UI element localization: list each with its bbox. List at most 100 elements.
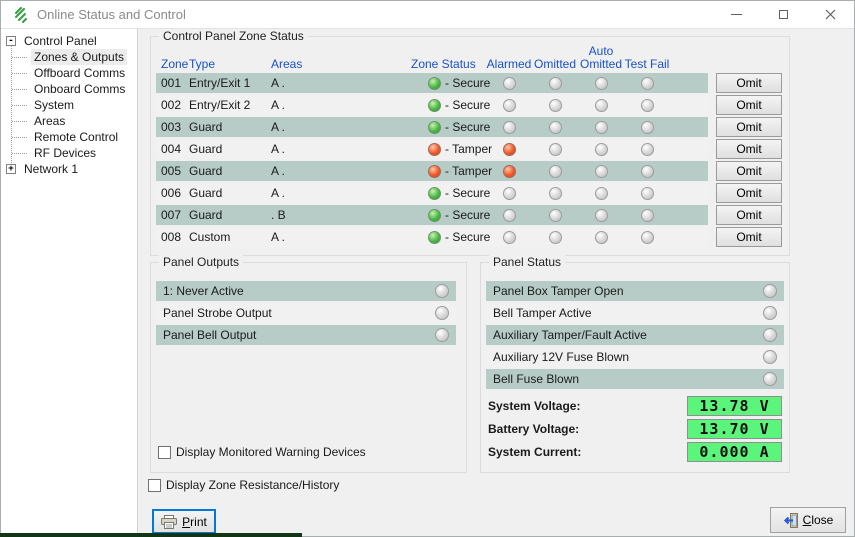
panel-status-group: Panel Status Panel Box Tamper Open Bell … [480,262,790,473]
zone-areas: A . [271,142,411,156]
test-fail-led [641,77,654,90]
zone-status-cell: - Secure [411,186,486,200]
zone-number: 006 [161,186,189,200]
zone-number: 005 [161,164,189,178]
omit-button-zone-008[interactable]: Omit [716,227,782,247]
zone-areas: A . [271,186,411,200]
status-led [763,306,777,320]
zone-type: Guard [189,120,271,134]
test-fail-led [641,143,654,156]
tree-item-label: System [31,97,77,113]
print-label: Print [182,515,207,529]
output-led [435,306,449,320]
tree-item-remote-control[interactable]: Remote Control [1,129,137,145]
output-led [435,328,449,342]
tree-item-system[interactable]: System [1,97,137,113]
output-label: Panel Strobe Output [163,306,272,320]
omitted-led [549,231,562,244]
zone-areas: A . [271,230,411,244]
omit-button-zone-005[interactable]: Omit [716,161,782,181]
tree-item-control-panel[interactable]: - Control Panel [1,33,137,49]
tree-item-offboard-comms[interactable]: Offboard Comms [1,65,137,81]
omit-button-zone-007[interactable]: Omit [716,205,782,225]
omit-button-zone-002[interactable]: Omit [716,95,782,115]
omit-button-zone-004[interactable]: Omit [716,139,782,159]
collapse-icon[interactable]: - [6,36,16,46]
display-zone-resistance-history-checkbox[interactable]: Display Zone Resistance/History [148,478,339,492]
auto-omitted-led [595,165,608,178]
test-fail-led [641,209,654,222]
omitted-led [549,187,562,200]
panel-outputs-group: Panel Outputs 1: Never Active Panel Stro… [150,262,467,473]
header-zone-status: Zone Status [411,41,486,72]
group-title: Panel Status [489,255,565,269]
status-led [763,328,777,342]
zone-status-cell: - Secure [411,76,486,90]
omit-button-zone-003[interactable]: Omit [716,117,782,137]
panel-outputs-rows: 1: Never Active Panel Strobe Output Pane… [151,281,456,347]
test-fail-led [641,231,654,244]
zone-number: 007 [161,208,189,222]
zone-type: Guard [189,186,271,200]
zone-status-cell: - Secure [411,208,486,222]
status-led [763,350,777,364]
header-omitted: Omitted [532,41,578,72]
zone-number: 003 [161,120,189,134]
alarmed-led [503,187,516,200]
tree-item-network-1[interactable]: + Network 1 [1,161,137,177]
checkbox-icon [158,446,171,459]
expand-icon[interactable]: + [6,164,16,174]
output-label: 1: Never Active [163,284,244,298]
output-row: Panel Strobe Output [156,303,456,323]
maximize-button[interactable] [760,1,807,28]
tree-item-zones-outputs[interactable]: Zones & Outputs [1,49,137,65]
tree-item-label: RF Devices [31,145,99,161]
header-zone: Zone [161,41,189,72]
system-voltage-value: 13.78 V [687,396,782,416]
close-icon [825,9,836,20]
zone-status-led [428,143,441,156]
status-label: Panel Box Tamper Open [493,284,624,298]
display-monitored-warning-devices-checkbox[interactable]: Display Monitored Warning Devices [158,445,366,459]
zone-row-004: 004 Guard A . - Tamper [156,139,708,159]
zone-status-text: - Secure [445,98,490,112]
zone-number: 002 [161,98,189,112]
tree-item-label: Offboard Comms [31,65,128,81]
maximize-icon [779,10,788,19]
alarmed-led [503,165,516,178]
zone-type: Guard [189,164,271,178]
header-alarmed: Alarmed [486,41,532,72]
panel-status-rows: Panel Box Tamper Open Bell Tamper Active… [481,281,784,391]
print-button[interactable]: Print [152,509,216,534]
auto-omitted-led [595,231,608,244]
omit-button-zone-006[interactable]: Omit [716,183,782,203]
close-dialog-button[interactable]: Close [770,507,846,533]
battery-voltage-value: 13.70 V [687,419,782,439]
app-icon [12,7,28,23]
tree-item-onboard-comms[interactable]: Onboard Comms [1,81,137,97]
zone-number: 004 [161,142,189,156]
zone-status-text: - Secure [445,208,490,222]
header-type: Type [189,41,271,72]
zone-number: 008 [161,230,189,244]
close-button[interactable] [807,1,854,28]
system-current-readout: System Current: 0.000 A [481,442,789,462]
battery-voltage-readout: Battery Voltage: 13.70 V [481,419,789,439]
omit-button-zone-001[interactable]: Omit [716,73,782,93]
zone-status-text: - Secure [445,120,490,134]
output-label: Panel Bell Output [163,328,256,342]
printer-icon [161,515,177,529]
omitted-led [549,165,562,178]
status-row: Panel Box Tamper Open [486,281,784,301]
omitted-led [549,77,562,90]
checkbox-icon [148,479,161,492]
zone-type: Entry/Exit 1 [189,76,271,90]
tree-item-rf-devices[interactable]: RF Devices [1,145,137,161]
minimize-button[interactable] [713,1,760,28]
tree-item-areas[interactable]: Areas [1,113,137,129]
output-row: 1: Never Active [156,281,456,301]
zone-status-cell: - Tamper [411,142,486,156]
zone-status-text: - Secure [445,76,490,90]
alarmed-led [503,77,516,90]
omitted-led [549,99,562,112]
